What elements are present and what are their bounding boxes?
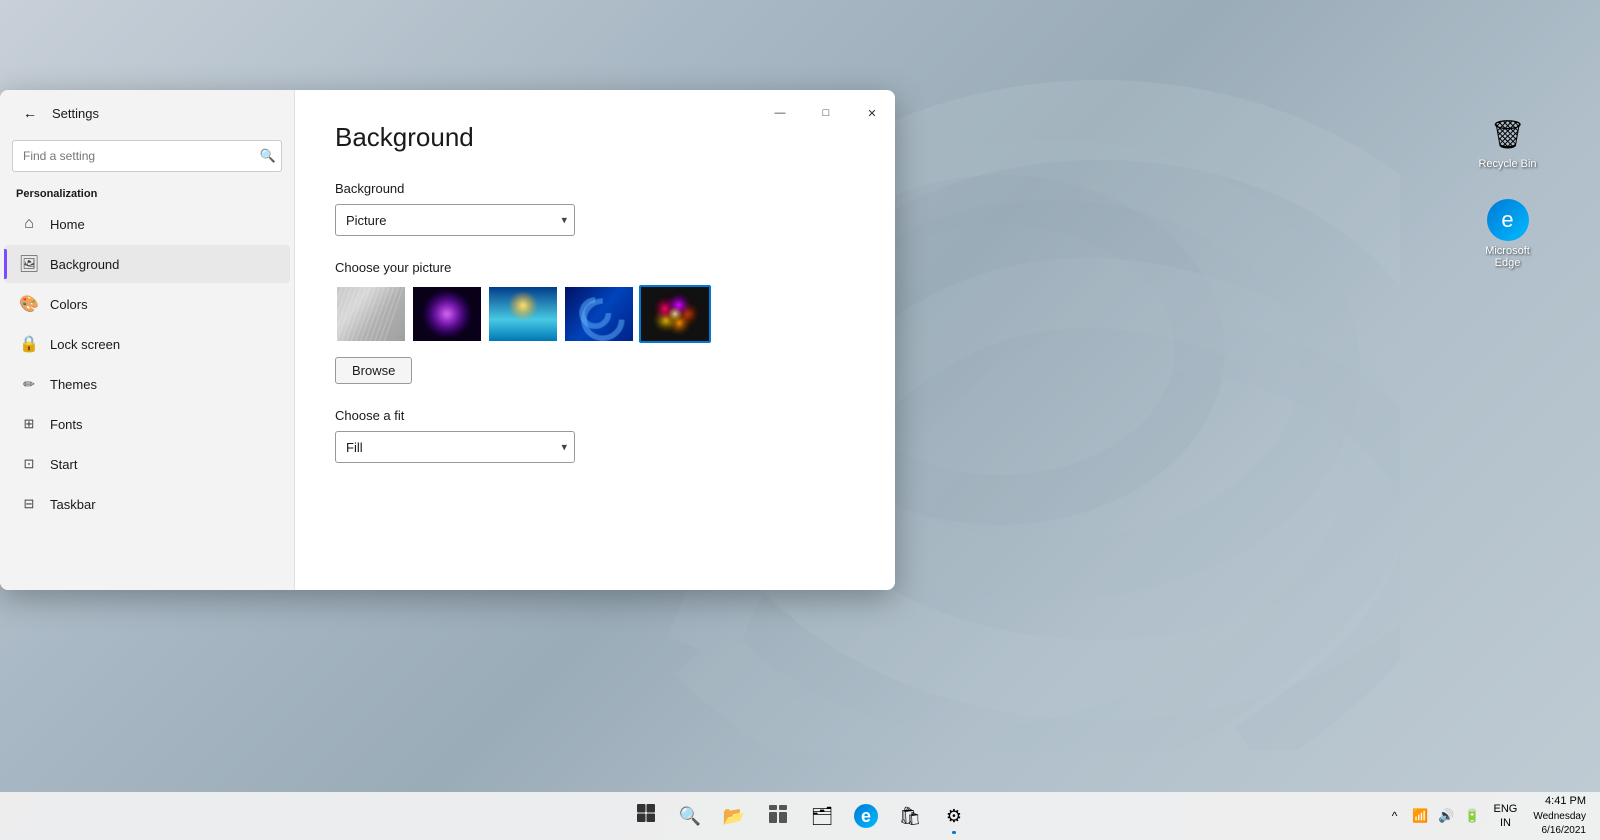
maximize-icon: □ bbox=[823, 107, 830, 119]
lang-text: ENGIN bbox=[1494, 802, 1518, 831]
system-tray: ^ 📶 🔊 🔋 bbox=[1384, 805, 1484, 827]
taskbar-edge-button[interactable]: e bbox=[846, 796, 886, 836]
sidebar-item-themes[interactable]: ✏ Themes bbox=[4, 365, 290, 403]
background-dropdown-wrapper: Picture Solid color Slideshow ▾ bbox=[335, 204, 575, 236]
desktop-icon-recycle-bin[interactable]: 🗑 Recycle Bin bbox=[1470, 110, 1545, 174]
search-input[interactable] bbox=[12, 140, 282, 172]
ms-edge-label: Microsoft Edge bbox=[1474, 245, 1541, 269]
sidebar-item-taskbar[interactable]: ⊟ Taskbar bbox=[4, 485, 290, 523]
sidebar-item-home[interactable]: ⌂ Home bbox=[4, 205, 290, 243]
sidebar-item-fonts-label: Fonts bbox=[50, 417, 83, 432]
sidebar-item-colors-label: Colors bbox=[50, 297, 88, 312]
tray-chevron[interactable]: ^ bbox=[1384, 805, 1406, 827]
fonts-icon: ⊞ bbox=[20, 415, 38, 433]
window-controls: — □ ✕ bbox=[757, 90, 895, 136]
search-box: 🔍 bbox=[12, 140, 282, 172]
picture-thumb-5[interactable] bbox=[639, 285, 711, 343]
tray-network-icon[interactable]: 📶 bbox=[1410, 805, 1432, 827]
folder-icon: 🗂 bbox=[811, 806, 834, 827]
fit-section-label: Choose a fit bbox=[335, 408, 855, 423]
personalization-section-label: Personalization bbox=[0, 180, 294, 204]
taskbar-folder-button[interactable]: 🗂 bbox=[802, 796, 842, 836]
picture-grid bbox=[335, 285, 855, 343]
maximize-button[interactable]: □ bbox=[803, 90, 849, 136]
clock[interactable]: 4:41 PM Wednesday6/16/2021 bbox=[1527, 794, 1592, 837]
taskbar-search-button[interactable]: 🔍 bbox=[670, 796, 710, 836]
background-dropdown[interactable]: Picture Solid color Slideshow bbox=[335, 204, 575, 236]
edge-taskbar-icon: e bbox=[854, 804, 878, 828]
colors-icon: 🎨 bbox=[20, 295, 38, 313]
widgets-icon bbox=[768, 804, 788, 829]
sidebar-item-background[interactable]: 🖼 Background bbox=[4, 245, 290, 283]
language-indicator[interactable]: ENGIN bbox=[1490, 802, 1522, 831]
sidebar-item-background-label: Background bbox=[50, 257, 119, 272]
sidebar-item-home-label: Home bbox=[50, 217, 85, 232]
tray-battery-icon[interactable]: 🔋 bbox=[1462, 805, 1484, 827]
search-taskbar-icon: 🔍 bbox=[679, 806, 701, 827]
sidebar-item-start-label: Start bbox=[50, 457, 77, 472]
sidebar-item-themes-label: Themes bbox=[50, 377, 97, 392]
close-icon: ✕ bbox=[867, 107, 876, 120]
taskbar: 🔍 📂 🗂 e 🛍 bbox=[0, 792, 1600, 840]
themes-icon: ✏ bbox=[20, 375, 38, 393]
settings-taskbar-icon: ⚙ bbox=[946, 806, 962, 827]
back-button[interactable]: ← bbox=[16, 99, 44, 127]
clock-time: 4:41 PM bbox=[1533, 794, 1586, 809]
taskbar-settings-button[interactable]: ⚙ bbox=[934, 796, 974, 836]
browse-button[interactable]: Browse bbox=[335, 357, 412, 384]
main-content: Background Background Picture Solid colo… bbox=[295, 90, 895, 590]
taskbar-start-button[interactable] bbox=[626, 796, 666, 836]
recycle-bin-label: Recycle Bin bbox=[1478, 158, 1536, 170]
sidebar: ← Settings 🔍 Personalization ⌂ Home 🖼 Ba… bbox=[0, 90, 295, 590]
minimize-button[interactable]: — bbox=[757, 90, 803, 136]
picture-thumb-3[interactable] bbox=[487, 285, 559, 343]
desktop-icon-ms-edge[interactable]: e Microsoft Edge bbox=[1470, 195, 1545, 273]
search-icon-button[interactable]: 🔍 bbox=[260, 148, 276, 164]
start-icon bbox=[636, 803, 656, 829]
taskbar-widgets-button[interactable] bbox=[758, 796, 798, 836]
taskbar-store-button[interactable]: 🛍 bbox=[890, 796, 930, 836]
picture-thumb-2[interactable] bbox=[411, 285, 483, 343]
home-icon: ⌂ bbox=[20, 215, 38, 233]
sidebar-item-start[interactable]: ⊡ Start bbox=[4, 445, 290, 483]
lock-icon: 🔒 bbox=[20, 335, 38, 353]
file-explorer-icon: 📂 bbox=[723, 806, 745, 827]
start-icon: ⊡ bbox=[20, 455, 38, 473]
minimize-icon: — bbox=[775, 107, 786, 119]
sidebar-title: Settings bbox=[52, 106, 99, 121]
sidebar-item-lock-screen[interactable]: 🔒 Lock screen bbox=[4, 325, 290, 363]
taskbar-right: ^ 📶 🔊 🔋 ENGIN 4:41 PM Wednesday6/16/2021 bbox=[1384, 794, 1592, 837]
picture-thumb-4[interactable] bbox=[563, 285, 635, 343]
recycle-bin-icon: 🗑 bbox=[1488, 114, 1528, 154]
background-icon: 🖼 bbox=[20, 255, 38, 273]
taskbar-center: 🔍 📂 🗂 e 🛍 bbox=[626, 796, 974, 836]
taskbar-icon: ⊟ bbox=[20, 495, 38, 513]
settings-window: ← Settings 🔍 Personalization ⌂ Home 🖼 Ba… bbox=[0, 90, 895, 590]
choose-picture-label: Choose your picture bbox=[335, 260, 855, 275]
taskbar-file-explorer-button[interactable]: 📂 bbox=[714, 796, 754, 836]
sidebar-header: ← Settings bbox=[0, 90, 294, 136]
fit-dropdown[interactable]: Fill Fit Stretch Tile Center Span bbox=[335, 431, 575, 463]
sidebar-item-lock-label: Lock screen bbox=[50, 337, 120, 352]
picture-thumb-1[interactable] bbox=[335, 285, 407, 343]
store-icon: 🛍 bbox=[899, 806, 922, 827]
clock-date: Wednesday6/16/2021 bbox=[1533, 810, 1586, 838]
background-section-label: Background bbox=[335, 181, 855, 196]
tray-volume-icon[interactable]: 🔊 bbox=[1436, 805, 1458, 827]
close-button[interactable]: ✕ bbox=[849, 90, 895, 136]
sidebar-item-fonts[interactable]: ⊞ Fonts bbox=[4, 405, 290, 443]
sidebar-item-colors[interactable]: 🎨 Colors bbox=[4, 285, 290, 323]
fit-dropdown-wrapper: Fill Fit Stretch Tile Center Span ▾ bbox=[335, 431, 575, 463]
sidebar-item-taskbar-label: Taskbar bbox=[50, 497, 96, 512]
back-icon: ← bbox=[23, 105, 37, 121]
edge-icon: e bbox=[1487, 199, 1529, 241]
